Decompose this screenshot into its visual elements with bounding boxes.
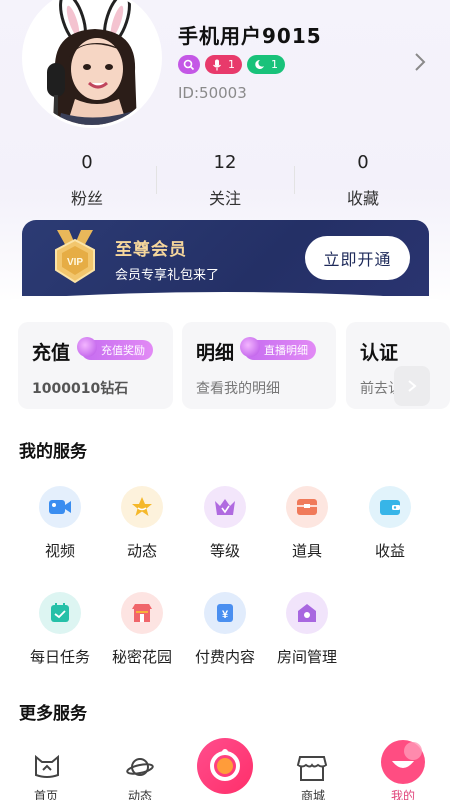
vip-medal-text: VIP [67, 257, 83, 268]
tab-shop[interactable]: 商城 [278, 735, 348, 800]
garden-icon [121, 592, 163, 634]
stat-label: 收藏 [346, 189, 379, 208]
host-level-value: 1 [228, 58, 235, 71]
tab-profile[interactable]: 我的 [368, 735, 438, 800]
diamond-balance: 1000010钻石 [32, 381, 129, 397]
stat-value: 0 [357, 152, 369, 173]
recharge-card[interactable]: 充值 充值奖励 1000010钻石 [18, 322, 173, 409]
avatar[interactable] [22, 0, 162, 128]
chevron-right-icon [408, 380, 417, 392]
moments-icon [121, 486, 163, 528]
stat-fans[interactable]: 0 粉丝 [27, 152, 147, 209]
details-card[interactable]: 明细 直播明细 查看我的明细 [182, 322, 336, 409]
card-title: 明细 [196, 342, 235, 364]
service-moments[interactable]: 动态 [101, 486, 183, 561]
tab-label: 首页 [33, 789, 58, 800]
tab-label: 商城 [300, 789, 325, 800]
stats-row: 0 粉丝 12 关注 0 收藏 [0, 152, 450, 212]
profile-smile-icon [381, 740, 425, 784]
service-label: 收益 [374, 542, 405, 560]
search-icon [183, 59, 195, 70]
daily-task-icon [39, 592, 81, 634]
stat-favorites[interactable]: 0 收藏 [303, 152, 423, 209]
host-level-badge: 1 [205, 55, 242, 74]
service-props[interactable]: 道具 [266, 486, 348, 561]
service-secret-garden[interactable]: 秘密花园 [101, 592, 183, 667]
moon-icon [255, 59, 264, 69]
live-camera-icon [210, 749, 240, 781]
service-label: 视频 [44, 542, 75, 560]
tab-home[interactable]: 首页 [11, 735, 81, 800]
quick-cards: 充值 充值奖励 1000010钻石 明细 直播明细 查看我的明细 认证 前去认证 [18, 322, 450, 412]
tab-label: 动态 [127, 789, 152, 800]
profile-header: 手机用户9015 1 1 ID:50003 [0, 0, 450, 140]
service-earnings[interactable]: 收益 [349, 486, 431, 561]
tab-moments[interactable]: 动态 [105, 735, 175, 800]
vip-title: 至尊会员 [115, 240, 187, 260]
wallet-icon [369, 486, 411, 528]
service-level[interactable]: 等级 [184, 486, 266, 561]
service-label: 付费内容 [194, 648, 255, 666]
vip-banner[interactable]: VIP 至尊会员 会员专享礼包来了 立即开通 [22, 220, 429, 296]
live-details-tag: 直播明细 [240, 337, 316, 360]
card-title: 充值 [32, 342, 71, 364]
home-icon [35, 754, 59, 778]
card-desc: 查看我的明细 [196, 381, 280, 397]
go-live-button[interactable] [197, 738, 253, 794]
user-id: ID:50003 [178, 84, 247, 102]
service-label: 房间管理 [276, 648, 337, 666]
vip-subtitle: 会员专享礼包来了 [115, 268, 220, 283]
search-badge [178, 55, 200, 74]
service-label: 动态 [126, 542, 157, 560]
service-video[interactable]: 视频 [19, 486, 101, 561]
service-label: 秘密花园 [111, 648, 172, 666]
recharge-reward-tag: 充值奖励 [77, 337, 153, 360]
stat-divider [156, 166, 157, 194]
service-label: 等级 [209, 542, 240, 560]
stat-label: 关注 [208, 189, 241, 208]
my-services-title: 我的服务 [19, 442, 87, 462]
tab-label: 我的 [390, 789, 415, 800]
level-icon [204, 486, 246, 528]
cards-scroll-button[interactable] [394, 366, 430, 406]
wealth-level-badge: 1 [247, 55, 285, 74]
service-label: 每日任务 [29, 648, 90, 666]
paid-content-icon: ¥ [204, 592, 246, 634]
planet-icon [126, 758, 154, 776]
stat-value: 0 [81, 152, 93, 173]
stat-divider [294, 166, 295, 194]
badge-row: 1 1 [178, 55, 285, 74]
props-icon [286, 486, 328, 528]
service-room-manage[interactable]: 房间管理 [266, 592, 348, 667]
stat-value: 12 [213, 152, 237, 173]
service-paid-content[interactable]: ¥ 付费内容 [184, 592, 266, 667]
chevron-right-icon[interactable] [410, 50, 430, 74]
svg-text:¥: ¥ [222, 609, 229, 621]
stat-following[interactable]: 12 关注 [165, 152, 285, 209]
service-daily-task[interactable]: 每日任务 [19, 592, 101, 667]
mic-icon [213, 59, 221, 70]
card-title: 认证 [360, 342, 399, 364]
video-icon [39, 486, 81, 528]
username: 手机用户9015 [178, 24, 322, 48]
vip-medal-icon: VIP [55, 230, 95, 284]
wealth-level-value: 1 [271, 58, 278, 71]
more-services-title: 更多服务 [19, 704, 87, 724]
room-manage-icon [286, 592, 328, 634]
shop-icon [296, 756, 328, 781]
service-label: 道具 [291, 542, 322, 560]
stat-label: 粉丝 [70, 189, 103, 208]
vip-open-button[interactable]: 立即开通 [305, 236, 410, 280]
